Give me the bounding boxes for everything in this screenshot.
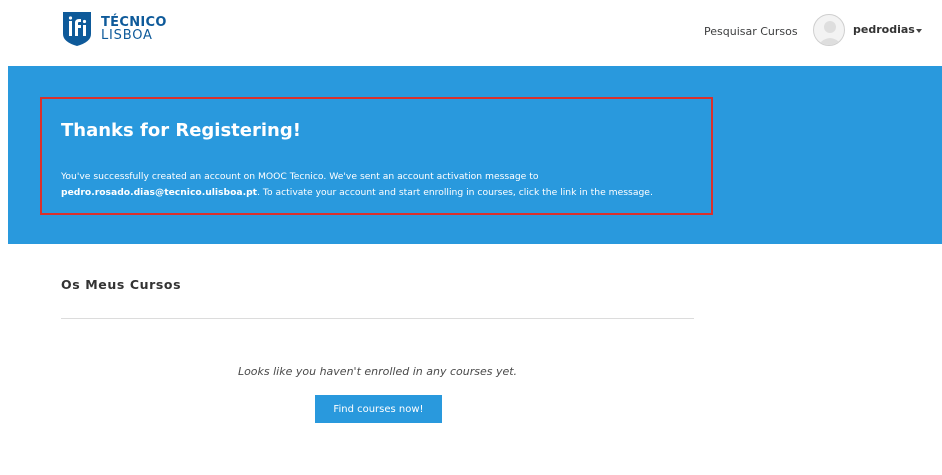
logo-subtitle: LISBOA <box>101 28 153 43</box>
message-text-end: . To activate your account and start enr… <box>257 187 653 198</box>
user-avatar-icon[interactable] <box>813 14 845 46</box>
caret-down-icon[interactable] <box>916 29 922 33</box>
site-header: TÉCNICO LISBOA Pesquisar Cursos pedrodia… <box>0 0 942 66</box>
username-menu[interactable]: pedrodias <box>853 23 915 36</box>
search-courses-link[interactable]: Pesquisar Cursos <box>704 25 798 38</box>
message-text: You've successfully created an account o… <box>61 171 539 182</box>
tecnico-logo-icon <box>61 12 93 46</box>
banner-title: Thanks for Registering! <box>61 120 301 141</box>
site-logo[interactable]: TÉCNICO LISBOA <box>61 12 167 46</box>
find-courses-button[interactable]: Find courses now! <box>315 395 442 423</box>
banner-message: You've successfully created an account o… <box>61 169 711 201</box>
section-divider <box>61 318 694 319</box>
empty-courses-message: Looks like you haven't enrolled in any c… <box>237 365 518 378</box>
user-email: pedro.rosado.dias@tecnico.ulisboa.pt <box>61 187 258 198</box>
section-title: Os Meus Cursos <box>61 277 182 292</box>
